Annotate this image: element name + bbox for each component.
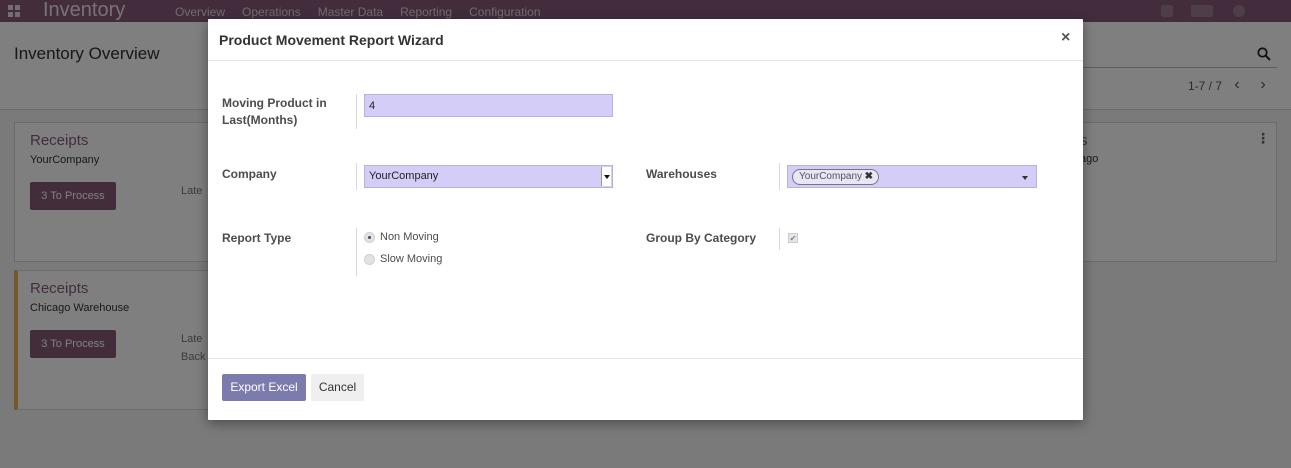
field-separator [356,94,357,129]
radio-label: Slow Moving [380,253,443,265]
company-select[interactable]: YourCompany [364,165,613,188]
cancel-button[interactable]: Cancel [311,374,364,401]
moving-months-label: Moving Product in Last(Months) [222,96,327,127]
chevron-down-icon[interactable] [601,167,611,186]
moving-months-input[interactable] [364,94,613,117]
chevron-down-icon[interactable] [1022,176,1028,180]
radio-label: Non Moving [380,231,439,243]
report-type-label: Report Type [222,231,292,245]
group-by-category-label: Group By Category [646,231,757,245]
field-separator [356,228,357,276]
field-separator [779,228,780,250]
radio-button-checked[interactable] [364,232,375,243]
group-by-category-checkbox[interactable]: ✔ [788,233,798,243]
warehouses-many2many-input[interactable]: YourCompany ✖ [787,165,1037,188]
field-separator [356,163,357,190]
footer-divider [208,358,1083,359]
export-excel-button[interactable]: Export Excel [222,374,306,401]
field-separator [779,163,780,190]
radio-button[interactable] [364,254,375,265]
report-wizard-dialog: Product Movement Report Wizard × [208,19,1083,420]
modal-title: Product Movement Report Wizard [219,32,444,48]
remove-tag-icon[interactable]: ✖ [865,170,873,184]
warehouse-tag: YourCompany ✖ [792,169,880,185]
warehouse-tag-label: YourCompany [799,171,863,182]
warehouses-label: Warehouses [646,167,717,181]
company-select-value: YourCompany [369,170,439,182]
modal-header: Product Movement Report Wizard × [208,19,1083,61]
company-label: Company [222,167,277,181]
close-icon[interactable]: × [1061,30,1073,46]
